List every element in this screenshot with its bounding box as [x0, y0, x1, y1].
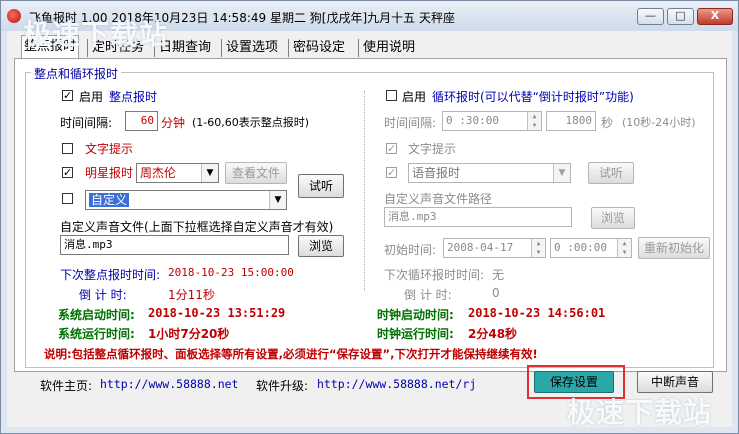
- loop-interval-unit: 秒: [601, 116, 614, 130]
- interval-hint: (1-60,60表示整点报时): [192, 116, 310, 129]
- text-tip-label: 文字提示: [85, 142, 134, 156]
- chevron-down-icon: ▼: [553, 164, 570, 182]
- loop-voice-select[interactable]: 语音报时 ▼: [408, 163, 571, 183]
- start-time-value: 0 :00:00: [554, 241, 607, 254]
- interval-minutes-input[interactable]: 60: [125, 111, 158, 131]
- loop-interval-seconds-input[interactable]: 1800: [546, 111, 596, 131]
- upgrade-label: 软件升级:: [256, 379, 309, 393]
- loop-listen-button[interactable]: 试听: [588, 162, 634, 184]
- group-title: 整点和循环报时: [31, 65, 122, 82]
- browse-button[interactable]: 浏览: [298, 235, 344, 257]
- reinit-button[interactable]: 重新初始化: [638, 237, 710, 259]
- custom-file-label: 自定义声音文件(上面下拉框选择自定义声音才有效): [60, 220, 334, 234]
- spinner-icon: ▲ ▼: [617, 239, 631, 257]
- tab-help[interactable]: 使用说明: [361, 37, 417, 59]
- loop-interval-label: 时间间隔:: [384, 116, 437, 130]
- save-notice: 说明:包括整点循环报时、面板选择等所有设置,必须进行“保存设置”,下次打开才能保…: [44, 347, 538, 361]
- next-loop-label: 下次循环报时时间:: [384, 268, 485, 282]
- interval-unit: 分钟: [161, 116, 186, 130]
- loop-interval-time-value: 0 :30:00: [446, 114, 499, 127]
- loop-enable-name: 循环报时(可以代替“倒计时报时”功能): [432, 90, 634, 104]
- countdown-label: 倒 计 时:: [79, 288, 127, 302]
- sys-run-value: 1小时7分20秒: [148, 327, 230, 341]
- clock-run-value: 2分48秒: [468, 327, 518, 341]
- sys-run-label: 系统运行时间:: [58, 327, 135, 341]
- minimize-button[interactable]: —: [637, 8, 664, 25]
- loop-browse-button[interactable]: 浏览: [591, 207, 635, 229]
- countdown-value: 1分11秒: [168, 288, 215, 302]
- loop-text-tip-label: 文字提示: [408, 142, 457, 156]
- interval-label: 时间间隔:: [60, 116, 113, 130]
- hourly-enable-label: 启用: [79, 90, 104, 104]
- spinner-icon: ▲ ▼: [531, 239, 545, 257]
- start-time-label: 初始时间:: [384, 243, 437, 257]
- clock-run-label: 时钟运行时间:: [377, 327, 454, 341]
- custom-sound-select[interactable]: 自定义 ▼: [85, 190, 287, 210]
- loop-text-tip-checkbox[interactable]: ✓: [386, 143, 397, 154]
- loop-voice-select-value: 语音报时: [412, 166, 461, 180]
- start-date-input[interactable]: 2008-04-17 ▲ ▼: [443, 238, 546, 258]
- start-time-input[interactable]: 0 :00:00 ▲ ▼: [550, 238, 632, 258]
- next-hourly-value: 2018-10-23 15:00:00: [168, 266, 294, 279]
- loop-countdown-value: 0: [492, 286, 500, 300]
- loop-enable-label: 启用: [402, 90, 427, 104]
- view-file-button[interactable]: 查看文件: [225, 162, 287, 184]
- loop-countdown-label: 倒 计 时:: [404, 288, 452, 302]
- loop-enable-checkbox[interactable]: [386, 90, 397, 101]
- clock-start-label: 时钟启动时间:: [377, 308, 454, 322]
- custom-sound-select-value: 自定义: [89, 193, 130, 207]
- star-report-label: 明星报时: [85, 166, 134, 180]
- hourly-enable-checkbox[interactable]: ✓: [62, 90, 73, 101]
- hourly-enable-name: 整点报时: [109, 90, 158, 104]
- chevron-down-icon: ▼: [201, 164, 218, 182]
- maximize-button[interactable]: □: [667, 8, 694, 25]
- tab-settings[interactable]: 设置选项: [224, 37, 280, 59]
- loop-custom-path-input[interactable]: 消息.mp3: [384, 207, 572, 227]
- star-select-value: 周杰伦: [140, 166, 177, 180]
- sys-start-value: 2018-10-23 13:51:29: [148, 306, 286, 320]
- stop-sound-button[interactable]: 中断声音: [637, 371, 713, 393]
- clock-start-value: 2018-10-23 14:56:01: [468, 306, 606, 320]
- tab-password[interactable]: 密码设定: [291, 37, 347, 59]
- custom-file-input[interactable]: 消息.mp3: [60, 235, 289, 255]
- loop-voice-checkbox[interactable]: ✓: [386, 167, 397, 178]
- watermark-bottom: 极速下载站: [567, 396, 713, 429]
- star-select[interactable]: 周杰伦 ▼: [136, 163, 219, 183]
- sys-start-label: 系统启动时间:: [58, 308, 135, 322]
- loop-custom-path-label: 自定义声音文件路径: [384, 192, 493, 206]
- app-window: 飞鱼报时 1.00 2018年10月23日 14:58:49 星期二 狗[戊戌年…: [0, 0, 739, 434]
- star-report-checkbox[interactable]: ✓: [62, 167, 73, 178]
- chevron-down-icon: ▼: [269, 191, 286, 209]
- spinner-icon: ▲ ▼: [527, 112, 541, 130]
- loop-interval-time-input[interactable]: 0 :30:00 ▲ ▼: [442, 111, 542, 131]
- listen-button[interactable]: 试听: [298, 174, 344, 198]
- start-date-value: 2008-04-17: [447, 241, 514, 254]
- custom-sound-checkbox[interactable]: [62, 193, 73, 204]
- text-tip-checkbox[interactable]: [62, 143, 73, 154]
- save-settings-button[interactable]: 保存设置: [534, 371, 614, 393]
- next-loop-value: 无: [492, 268, 505, 282]
- home-label: 软件主页:: [40, 379, 93, 393]
- app-logo-icon: [7, 9, 21, 23]
- close-button[interactable]: X: [697, 8, 733, 25]
- watermark-top: 极速下载站: [23, 18, 169, 51]
- home-link[interactable]: http://www.58888.net: [100, 377, 238, 391]
- next-hourly-label: 下次整点报时时间:: [60, 268, 161, 282]
- column-divider: [364, 91, 365, 291]
- upgrade-link[interactable]: http://www.58888.net/rj: [317, 377, 476, 391]
- loop-interval-hint: (10秒-24小时): [622, 116, 696, 129]
